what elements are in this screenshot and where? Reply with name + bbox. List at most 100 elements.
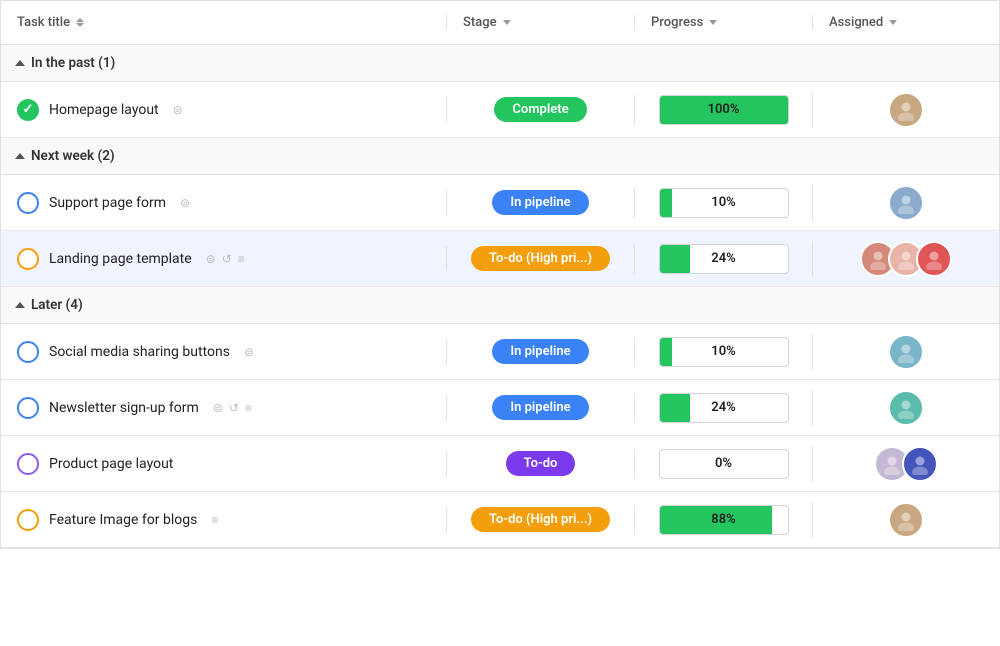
task-name-task-2: Support page form [49, 195, 166, 211]
progress-text-task-6: 0% [660, 456, 788, 471]
stage-label: Stage [463, 15, 497, 30]
task-cell-task-3: Landing page template ⊜ ↺ ≡ [1, 248, 446, 270]
status-icon-task-3[interactable] [17, 248, 39, 270]
progress-cell-task-6: 0% [634, 449, 812, 479]
header-stage[interactable]: Stage [446, 15, 634, 30]
task-cell-task-6: Product page layout [1, 453, 446, 475]
status-icon-task-4[interactable] [17, 341, 39, 363]
task-row: Product page layout To-do 0% [1, 436, 999, 492]
header-task-title[interactable]: Task title [1, 15, 446, 30]
progress-bar-task-6: 0% [659, 449, 789, 479]
progress-text-task-1: 100% [660, 102, 788, 117]
group-label-later: Later (4) [31, 297, 83, 313]
avatar [888, 334, 924, 370]
task-name-task-7: Feature Image for blogs [49, 512, 197, 528]
link-icon: ⊜ [213, 401, 223, 415]
task-title-label: Task title [17, 15, 70, 30]
group-chevron-later [15, 302, 25, 308]
avatar-group [888, 185, 924, 221]
group-header-next-week[interactable]: Next week (2) [1, 138, 999, 175]
avatar [888, 92, 924, 128]
group-header-later[interactable]: Later (4) [1, 287, 999, 324]
progress-cell-task-7: 88% [634, 505, 812, 535]
progress-bar-task-7: 88% [659, 505, 789, 535]
repeat-icon: ↺ [222, 252, 232, 266]
avatar [888, 390, 924, 426]
task-icons-task-5: ⊜ ↺ ≡ [213, 401, 252, 415]
avatar [902, 446, 938, 482]
progress-cell-task-5: 24% [634, 393, 812, 423]
task-cell-task-5: Newsletter sign-up form ⊜ ↺ ≡ [1, 397, 446, 419]
avatar [888, 185, 924, 221]
stage-badge-task-1[interactable]: Complete [494, 97, 586, 122]
assigned-cell-task-1 [812, 92, 999, 128]
stage-badge-task-7[interactable]: To-do (High pri...) [471, 507, 610, 532]
list-icon: ≡ [245, 401, 252, 415]
task-name-task-5: Newsletter sign-up form [49, 400, 199, 416]
avatar-group [888, 502, 924, 538]
status-icon-task-1[interactable] [17, 99, 39, 121]
task-row: Support page form ⊜ In pipeline 10% [1, 175, 999, 231]
task-icons-task-2: ⊜ [180, 196, 190, 210]
task-row: Social media sharing buttons ⊜ In pipeli… [1, 324, 999, 380]
progress-label: Progress [651, 15, 703, 30]
task-name-task-1: Homepage layout [49, 102, 159, 118]
stage-cell-task-2: In pipeline [446, 190, 634, 215]
table-header: Task title Stage Progress Assigned [1, 1, 999, 45]
task-icons-task-3: ⊜ ↺ ≡ [206, 252, 245, 266]
progress-bar-task-3: 24% [659, 244, 789, 274]
stage-badge-task-2[interactable]: In pipeline [492, 190, 588, 215]
stage-cell-task-7: To-do (High pri...) [446, 507, 634, 532]
progress-bar-task-5: 24% [659, 393, 789, 423]
link-icon: ⊜ [206, 252, 216, 266]
stage-badge-task-5[interactable]: In pipeline [492, 395, 588, 420]
groups-container: In the past (1) Homepage layout ⊜ Comple… [1, 45, 999, 548]
stage-badge-task-6[interactable]: To-do [506, 451, 576, 476]
assigned-dropdown-icon [889, 20, 897, 25]
progress-cell-task-3: 24% [634, 244, 812, 274]
stage-dropdown-icon [503, 20, 511, 25]
repeat-icon: ↺ [229, 401, 239, 415]
group-header-in-the-past[interactable]: In the past (1) [1, 45, 999, 82]
avatar [916, 241, 952, 277]
progress-dropdown-icon [709, 20, 717, 25]
header-assigned[interactable]: Assigned [812, 15, 999, 30]
link-icon: ⊜ [180, 196, 190, 210]
stage-cell-task-5: In pipeline [446, 395, 634, 420]
avatar-group [888, 334, 924, 370]
header-progress[interactable]: Progress [634, 15, 812, 30]
status-icon-task-7[interactable] [17, 509, 39, 531]
assigned-label: Assigned [829, 15, 883, 30]
group-chevron-next-week [15, 153, 25, 159]
task-icons-task-7: ≡ [211, 513, 218, 527]
task-cell-task-4: Social media sharing buttons ⊜ [1, 341, 446, 363]
task-name-task-4: Social media sharing buttons [49, 344, 230, 360]
task-name-task-6: Product page layout [49, 456, 173, 472]
task-row: Newsletter sign-up form ⊜↺≡ In pipeline … [1, 380, 999, 436]
status-icon-task-5[interactable] [17, 397, 39, 419]
list-icon: ≡ [211, 513, 218, 527]
list-icon: ≡ [238, 252, 245, 266]
status-icon-task-6[interactable] [17, 453, 39, 475]
task-name-task-3: Landing page template [49, 251, 192, 267]
avatar [888, 502, 924, 538]
task-row: Homepage layout ⊜ Complete 100% [1, 82, 999, 138]
progress-cell-task-1: 100% [634, 95, 812, 125]
task-table: Task title Stage Progress Assigned In th… [0, 0, 1000, 549]
stage-badge-task-3[interactable]: To-do (High pri...) [471, 246, 610, 271]
group-label-in-the-past: In the past (1) [31, 55, 115, 71]
progress-bar-task-4: 10% [659, 337, 789, 367]
progress-text-task-2: 10% [660, 195, 788, 210]
stage-badge-task-4[interactable]: In pipeline [492, 339, 588, 364]
assigned-cell-task-6 [812, 446, 999, 482]
status-icon-task-2[interactable] [17, 192, 39, 214]
progress-bar-task-1: 100% [659, 95, 789, 125]
stage-cell-task-4: In pipeline [446, 339, 634, 364]
task-icons-task-1: ⊜ [173, 103, 183, 117]
progress-text-task-3: 24% [660, 251, 788, 266]
sort-icon[interactable] [76, 18, 84, 27]
avatar-group [860, 241, 952, 277]
progress-text-task-7: 88% [660, 512, 788, 527]
task-cell-task-7: Feature Image for blogs ≡ [1, 509, 446, 531]
assigned-cell-task-2 [812, 185, 999, 221]
